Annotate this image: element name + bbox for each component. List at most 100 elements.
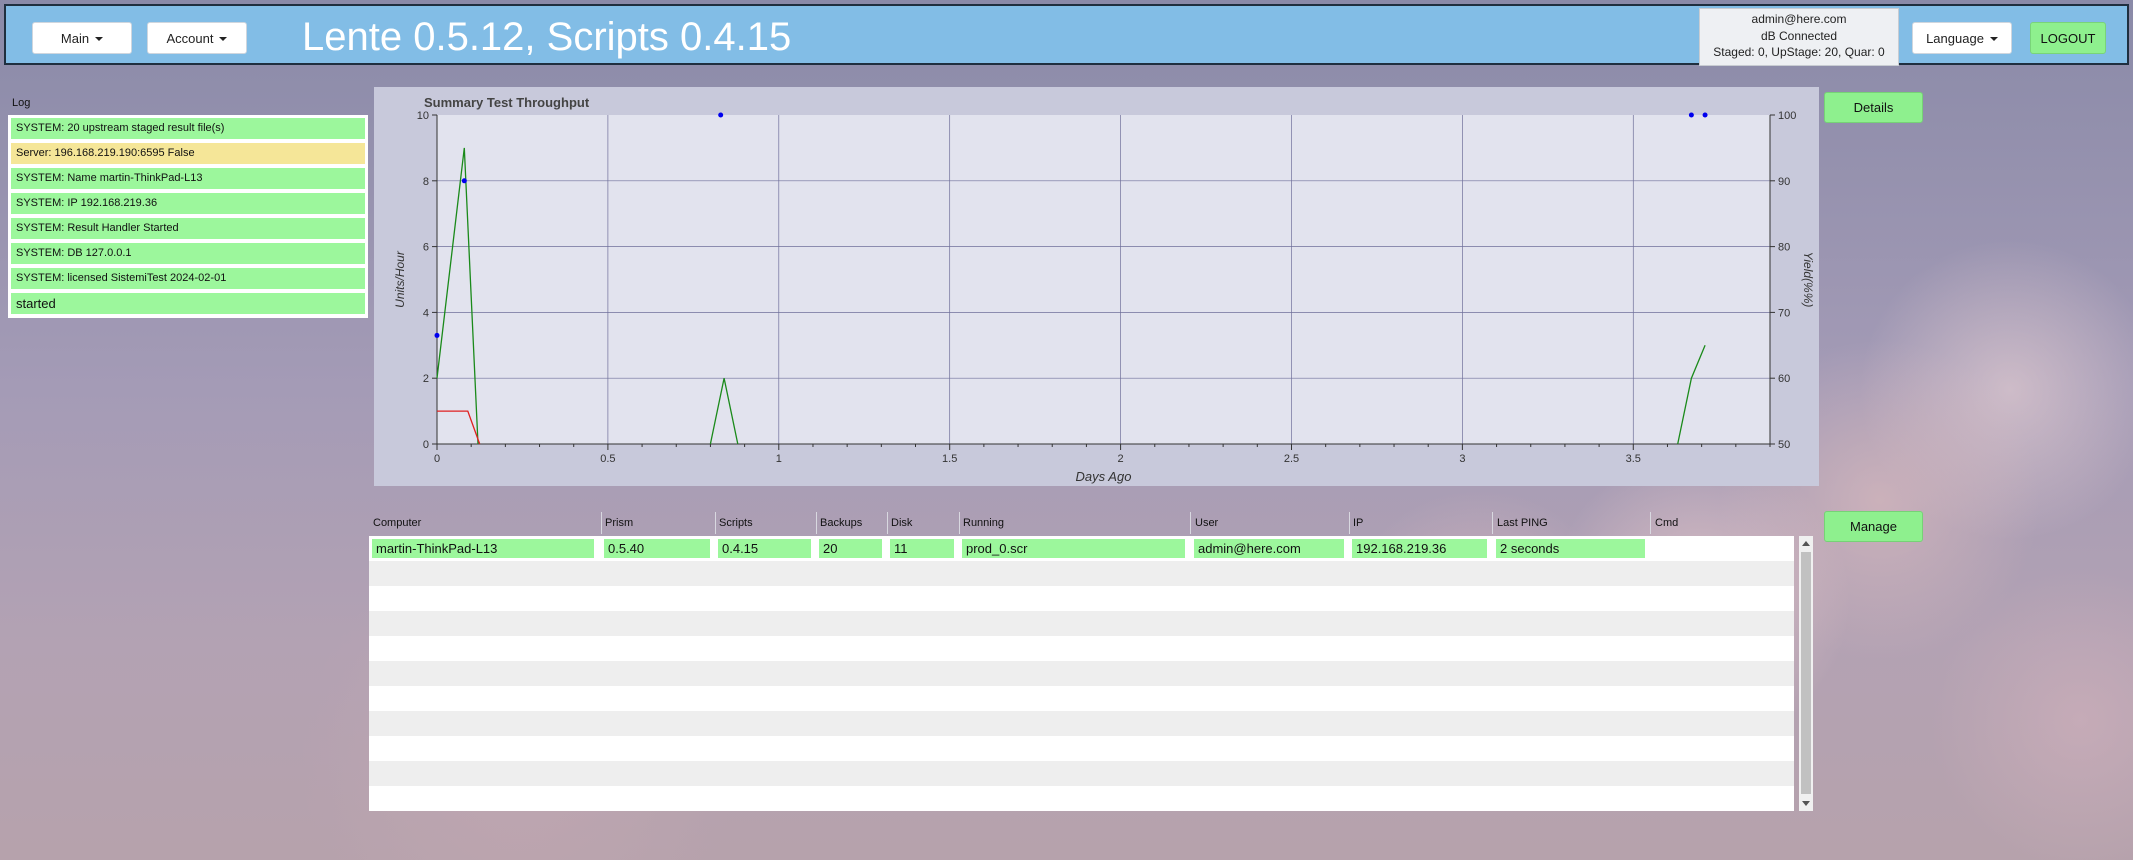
account-menu-label: Account xyxy=(166,30,214,46)
details-button[interactable]: Details xyxy=(1824,92,1923,123)
cell-scripts[interactable]: 0.4.15 xyxy=(718,539,811,558)
series-point xyxy=(718,112,724,118)
column-header-computer[interactable]: Computer xyxy=(373,517,421,529)
scrollbar-thumb[interactable] xyxy=(1801,552,1811,794)
cell-computer[interactable]: martin-ThinkPad-L13 xyxy=(372,539,594,558)
cell-ip[interactable]: 192.168.219.36 xyxy=(1352,539,1487,558)
status-staging: Staged: 0, UpStage: 20, Quar: 0 xyxy=(1713,45,1885,59)
column-header-backups[interactable]: Backups xyxy=(820,517,862,529)
log-entry: SYSTEM: licensed SistemiTest 2024-02-01 xyxy=(11,268,365,289)
series-point xyxy=(1688,112,1694,118)
log-entry: SYSTEM: DB 127.0.0.1 xyxy=(11,243,365,264)
x-axis-label: Days Ago xyxy=(1076,469,1132,484)
status-db: dB Connected xyxy=(1760,28,1838,43)
log-entry: started xyxy=(11,293,365,314)
caret-down-icon xyxy=(1989,37,1998,41)
x-tick-label: 2 xyxy=(1118,453,1124,465)
x-tick-label: 3 xyxy=(1459,453,1465,465)
plot-area xyxy=(437,115,1770,444)
column-divider xyxy=(1190,512,1191,534)
connection-status: admin@here.com dB Connected Staged: 0, U… xyxy=(1699,8,1899,66)
log-entry: SYSTEM: Name martin-ThinkPad-L13 xyxy=(11,168,365,189)
y-tick-label: 6 xyxy=(423,242,429,254)
log-entry: SYSTEM: Result Handler Started xyxy=(11,218,365,239)
caret-down-icon xyxy=(95,37,104,41)
column-divider xyxy=(816,512,817,534)
y-tick-label: 2 xyxy=(423,373,429,385)
column-divider xyxy=(959,512,960,534)
table-row xyxy=(369,586,1794,611)
y2-axis-label: Yield(%%) xyxy=(1801,252,1815,308)
log-entry: SYSTEM: IP 192.168.219.36 xyxy=(11,193,365,214)
y2-tick-label: 80 xyxy=(1778,242,1790,254)
y-tick-label: 10 xyxy=(417,110,429,122)
table-row xyxy=(369,636,1794,661)
series-point xyxy=(1702,112,1708,118)
x-tick-label: 0.5 xyxy=(600,453,615,465)
log-title: Log xyxy=(12,97,31,109)
y-tick-label: 0 xyxy=(423,439,429,451)
column-divider xyxy=(601,512,602,534)
column-header-scripts[interactable]: Scripts xyxy=(719,517,753,529)
log-entry: Server: 196.168.219.190:6595 False xyxy=(11,143,365,164)
computers-table xyxy=(369,536,1794,811)
main-menu-label: Main xyxy=(60,30,90,46)
cell-running[interactable]: prod_0.scr xyxy=(962,539,1185,558)
y2-tick-label: 50 xyxy=(1778,439,1790,451)
main-menu-button[interactable]: Main xyxy=(32,22,132,54)
x-tick-label: 2.5 xyxy=(1284,453,1299,465)
page-title: Lente 0.5.12, Scripts 0.4.15 xyxy=(302,15,792,59)
log-panel: SYSTEM: 20 upstream staged result file(s… xyxy=(8,115,368,318)
column-header-ip[interactable]: IP xyxy=(1353,517,1363,529)
table-scrollbar[interactable] xyxy=(1799,536,1813,811)
top-bar: Main Account Lente 0.5.12, Scripts 0.4.1… xyxy=(4,4,2129,66)
column-header-prism[interactable]: Prism xyxy=(605,517,633,529)
y2-tick-label: 90 xyxy=(1778,176,1790,188)
account-menu-button[interactable]: Account xyxy=(147,22,247,54)
cell-last-ping[interactable]: 2 seconds xyxy=(1496,539,1645,558)
log-entry: SYSTEM: 20 upstream staged result file(s… xyxy=(11,118,365,139)
table-row xyxy=(369,761,1794,786)
y2-tick-label: 100 xyxy=(1778,110,1796,122)
x-tick-label: 0 xyxy=(434,453,440,465)
y-tick-label: 4 xyxy=(423,307,429,319)
table-row xyxy=(369,611,1794,636)
column-header-running[interactable]: Running xyxy=(963,517,1004,529)
logout-button[interactable]: LOGOUT xyxy=(2030,22,2106,54)
column-divider xyxy=(1650,512,1651,534)
column-divider xyxy=(715,512,716,534)
column-header-cmd[interactable]: Cmd xyxy=(1655,517,1678,529)
scroll-down-icon[interactable] xyxy=(1802,801,1810,806)
manage-button[interactable]: Manage xyxy=(1824,511,1923,542)
caret-down-icon xyxy=(219,37,228,41)
y-axis-label: Units/Hour xyxy=(393,250,407,308)
column-divider xyxy=(1349,512,1350,534)
column-header-disk[interactable]: Disk xyxy=(891,517,912,529)
y2-tick-label: 60 xyxy=(1778,373,1790,385)
column-header-user[interactable]: User xyxy=(1195,517,1218,529)
y2-tick-label: 70 xyxy=(1778,307,1790,319)
y-tick-label: 8 xyxy=(423,176,429,188)
status-user: admin@here.com xyxy=(1751,12,1847,26)
x-tick-label: 1.5 xyxy=(942,453,957,465)
cell-backups[interactable]: 20 xyxy=(819,539,882,558)
table-row xyxy=(369,561,1794,586)
cell-prism[interactable]: 0.5.40 xyxy=(604,539,710,558)
series-point xyxy=(434,332,440,338)
language-menu-label: Language xyxy=(1926,30,1984,46)
language-menu-button[interactable]: Language xyxy=(1912,22,2012,54)
table-row xyxy=(369,711,1794,736)
scroll-up-icon[interactable] xyxy=(1802,541,1810,546)
table-row xyxy=(369,786,1794,811)
table-row xyxy=(369,661,1794,686)
x-tick-label: 3.5 xyxy=(1626,453,1641,465)
x-tick-label: 1 xyxy=(776,453,782,465)
table-row xyxy=(369,736,1794,761)
column-divider xyxy=(887,512,888,534)
chart-title: Summary Test Throughput xyxy=(424,95,590,110)
cell-disk[interactable]: 11 xyxy=(890,539,954,558)
column-header-last-ping[interactable]: Last PING xyxy=(1497,517,1548,529)
cell-user[interactable]: admin@here.com xyxy=(1194,539,1344,558)
throughput-chart: 0 2 4 6 8 10 50 60 70 80 90 100 0 0.5 1 1.5 2 2.5 3 3.5 Days… xyxy=(393,110,1815,484)
column-divider xyxy=(1492,512,1493,534)
